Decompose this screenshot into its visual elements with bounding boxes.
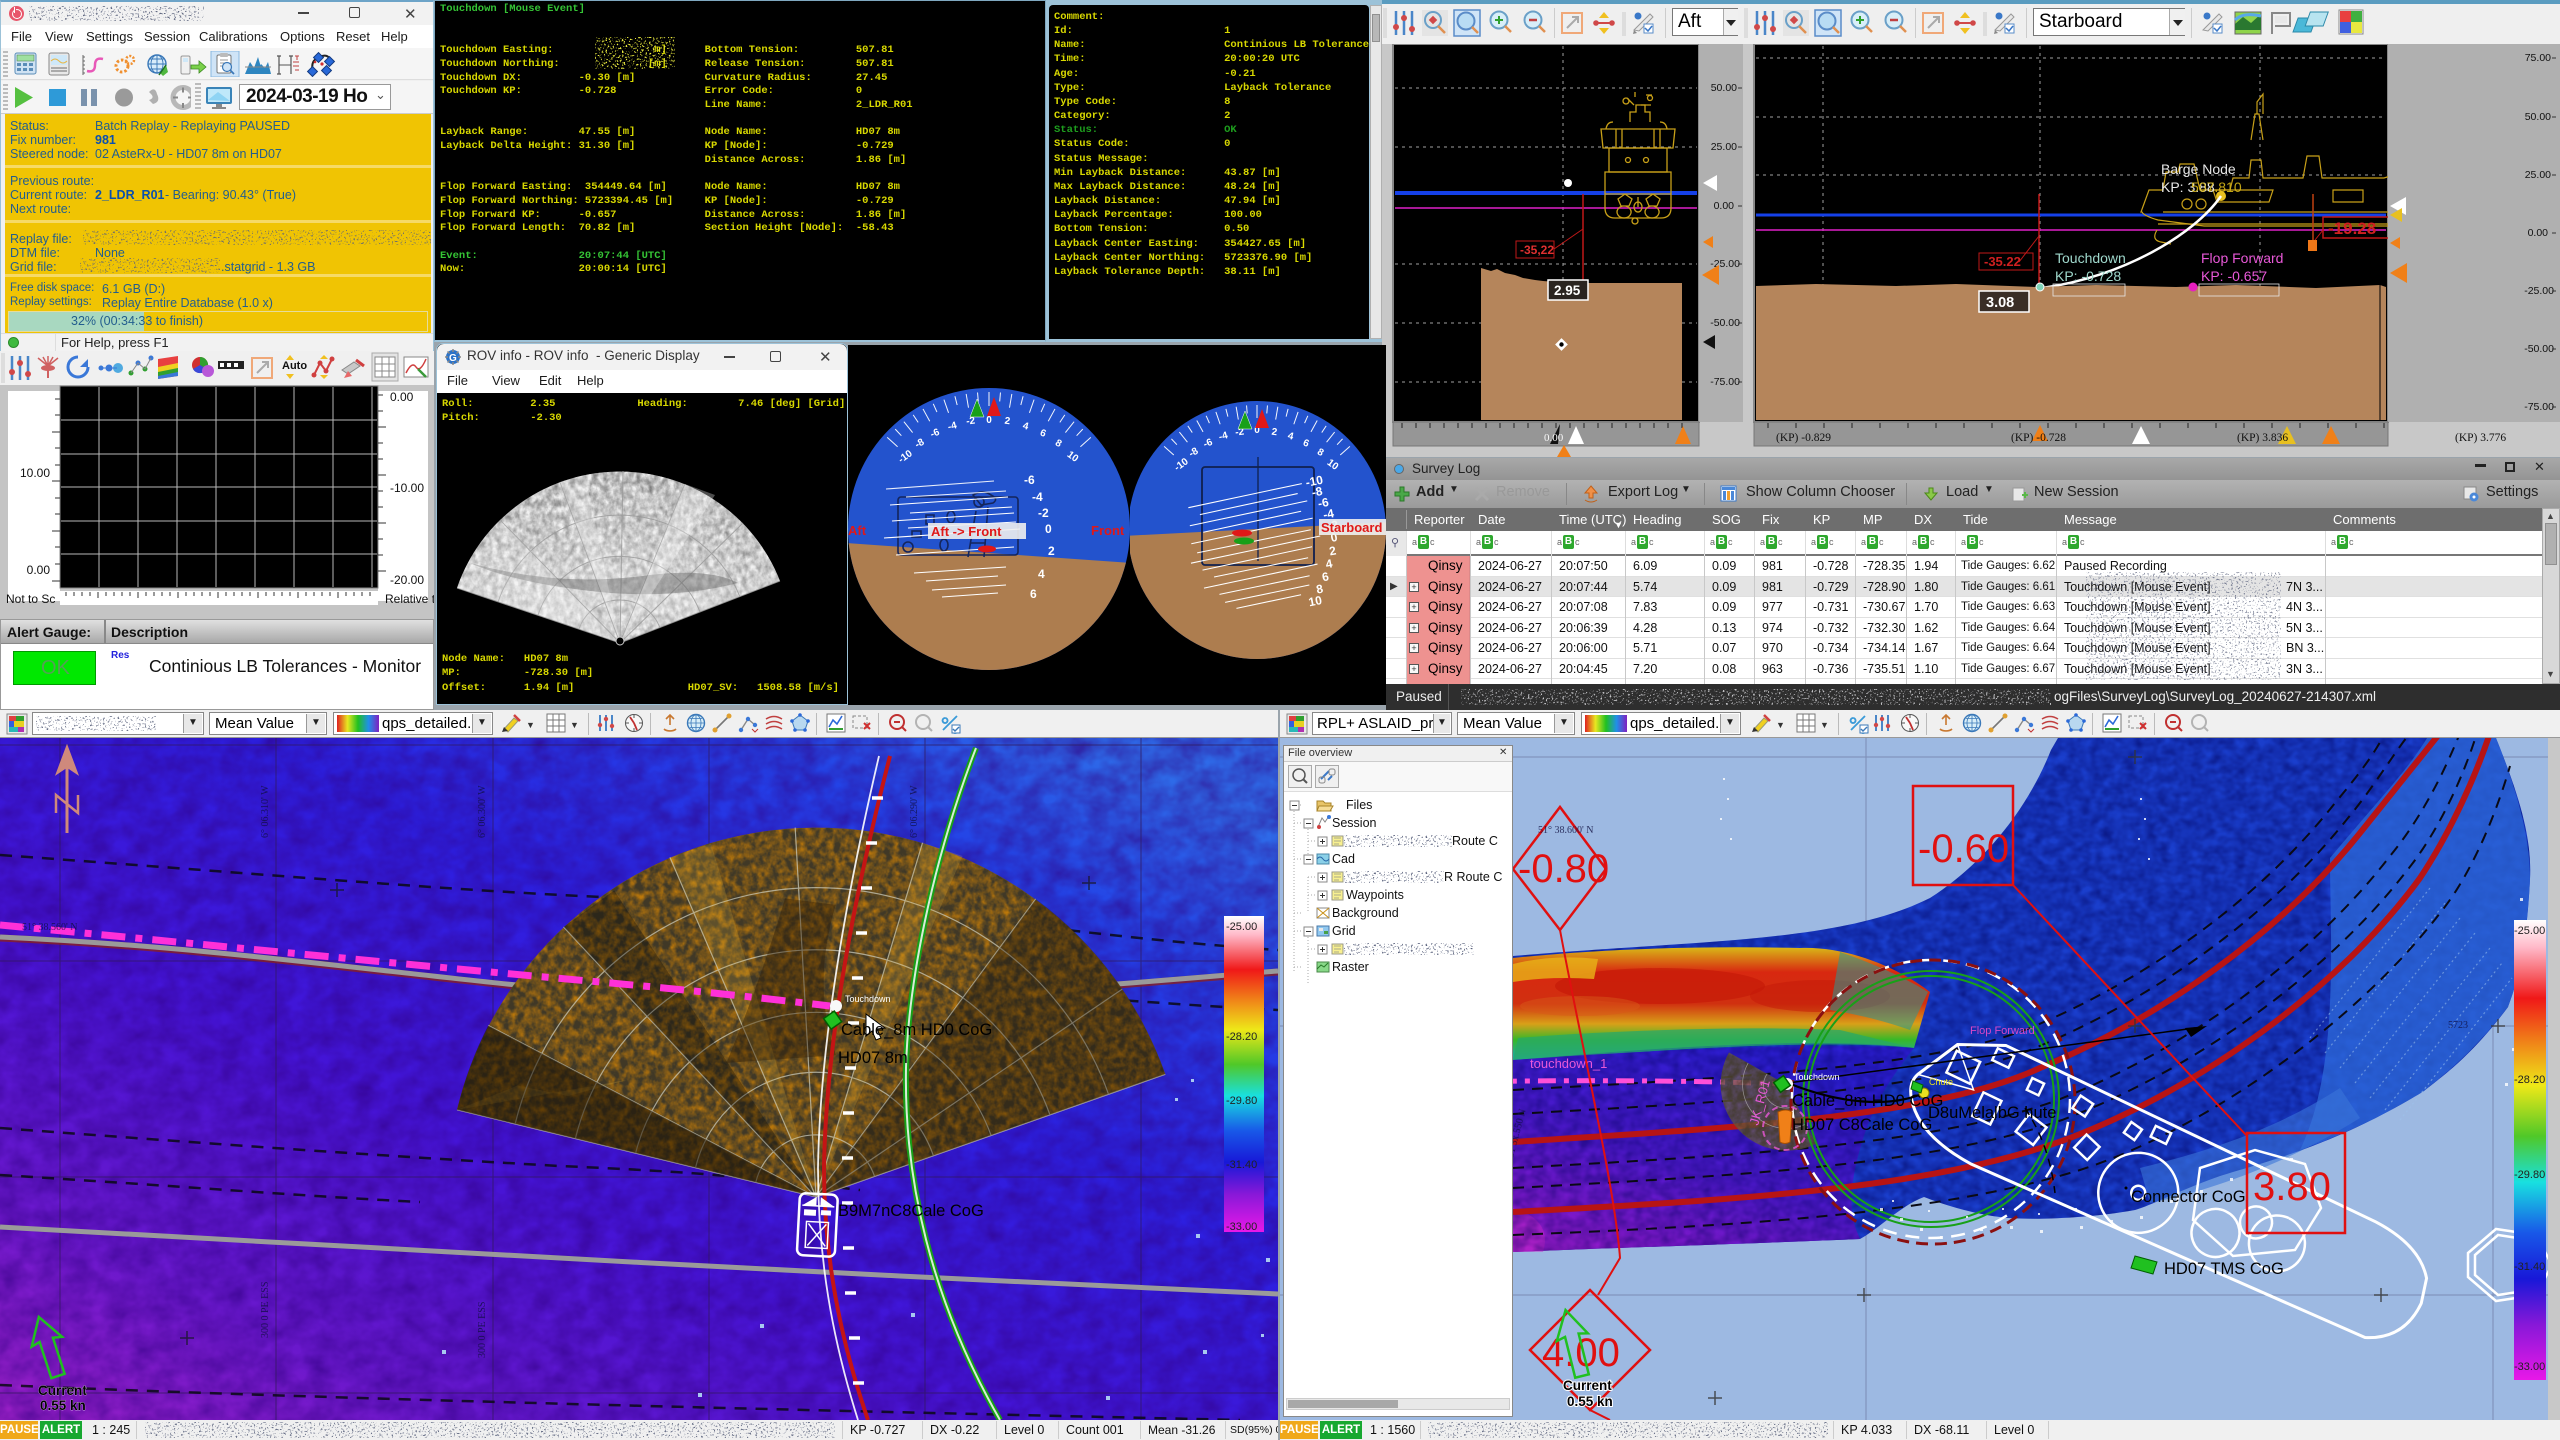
svg-text:507.810: 507.810: [2191, 179, 2242, 195]
svg-text:5723: 5723: [2448, 1020, 2468, 1031]
svg-text:-0.60: -0.60: [1918, 827, 2009, 871]
svg-text:0.00: 0.00: [2528, 227, 2549, 239]
svg-text:Starboard: Starboard: [1321, 520, 1382, 535]
svg-text:Flop Forward: Flop Forward: [1970, 1025, 2035, 1037]
svg-text:-0.80: -0.80: [1518, 847, 1609, 891]
svg-text:-10.00: -10.00: [390, 481, 424, 495]
svg-text:0: 0: [986, 415, 992, 426]
svg-text:Touchdown: Touchdown: [845, 994, 891, 1004]
svg-text:(KP) -0.829: (KP) -0.829: [1776, 432, 1831, 444]
svg-text:-29.80: -29.80: [1226, 1095, 1257, 1107]
svg-text:KP: -0.728: KP: -0.728: [2055, 268, 2121, 284]
svg-text:B9M7nC8Cale CoG: B9M7nC8Cale CoG: [838, 1202, 984, 1220]
svg-text:25.00: 25.00: [2525, 169, 2551, 181]
svg-text:▼: ▼: [1776, 720, 1785, 730]
svg-text:6° 06.310' W: 6° 06.310' W: [260, 785, 271, 838]
svg-text:Cable_8m HD0 CoG: Cable_8m HD0 CoG: [1792, 1092, 1943, 1110]
svg-text:0.00: 0.00: [1544, 432, 1564, 444]
svg-text:-31.40: -31.40: [2514, 1261, 2545, 1273]
svg-text:0.00: 0.00: [390, 390, 414, 404]
svg-text:▼: ▼: [526, 720, 535, 730]
svg-text:-4: -4: [1032, 490, 1043, 504]
svg-text:HD07 C8Cale CoG: HD07 C8Cale CoG: [1792, 1116, 1932, 1134]
svg-text:-50.00: -50.00: [2524, 343, 2554, 355]
svg-text:▼: ▼: [570, 720, 579, 730]
svg-text:G: G: [449, 353, 457, 364]
svg-text:Touchdown: Touchdown: [1794, 1072, 1840, 1082]
svg-text:-50.00: -50.00: [1710, 317, 1740, 329]
svg-text:300 0 PE ESS: 300 0 PE ESS: [477, 1302, 488, 1358]
svg-text:6: 6: [1030, 587, 1037, 601]
svg-text:(KP) 3.836: (KP) 3.836: [2237, 432, 2288, 444]
svg-text:Aft -> Front: Aft -> Front: [931, 524, 1002, 539]
svg-text:Not to Sc: Not to Sc: [6, 592, 55, 606]
svg-text:Current: Current: [1563, 1378, 1612, 1393]
svg-text:-20.00: -20.00: [390, 573, 424, 587]
svg-text:Front: Front: [1091, 523, 1125, 538]
svg-text:-28.20: -28.20: [1226, 1031, 1257, 1043]
svg-text:(KP) 3.776: (KP) 3.776: [2455, 432, 2506, 444]
svg-text:75.00: 75.00: [2525, 52, 2551, 64]
svg-text:6° 06.290' W: 6° 06.290' W: [909, 785, 920, 838]
svg-text:-28.20: -28.20: [2514, 1074, 2545, 1086]
svg-text:KP: -0.657: KP: -0.657: [2201, 268, 2267, 284]
svg-text:51° 38.560' N: 51° 38.560' N: [22, 922, 78, 933]
svg-text:D8uMelalbG hute: D8uMelalbG hute: [1928, 1104, 2056, 1122]
svg-text:-25.00: -25.00: [2524, 285, 2554, 297]
svg-text:50.00: 50.00: [2525, 111, 2551, 123]
svg-text:Cable_8m HD0 CoG: Cable_8m HD0 CoG: [841, 1021, 992, 1039]
svg-text:-6: -6: [1024, 473, 1035, 487]
svg-text:-35,22: -35,22: [1520, 243, 1554, 257]
svg-text:touchdown_1: touchdown_1: [1530, 1056, 1607, 1071]
svg-text:25.00: 25.00: [1711, 141, 1737, 153]
svg-text:4: 4: [1038, 567, 1045, 581]
svg-text:0.55 kn: 0.55 kn: [40, 1398, 86, 1413]
svg-text:3.08: 3.08: [1986, 295, 2014, 311]
svg-text:2: 2: [1048, 544, 1055, 558]
svg-text:2.95: 2.95: [1554, 283, 1581, 298]
svg-text:Chute: Chute: [1929, 1077, 1953, 1087]
svg-text:0.00: 0.00: [1714, 200, 1735, 212]
svg-text:-2: -2: [1038, 506, 1049, 520]
svg-text:Connector CoG: Connector CoG: [2131, 1188, 2246, 1206]
svg-text:HD07 TMS CoG: HD07 TMS CoG: [2164, 1260, 2284, 1278]
svg-text:-25.00: -25.00: [2514, 925, 2545, 937]
svg-text:0.00: 0.00: [27, 563, 51, 577]
svg-text:10.00: 10.00: [20, 466, 50, 480]
svg-text:Relative t: Relative t: [385, 592, 434, 606]
svg-text:4.00: 4.00: [1542, 1331, 1620, 1375]
svg-text:-31.40: -31.40: [1226, 1159, 1257, 1171]
svg-text:-75.00: -75.00: [1710, 376, 1740, 388]
svg-text:-75.00: -75.00: [2524, 401, 2554, 413]
svg-text:3.80: 3.80: [2253, 1165, 2331, 1209]
svg-text:-33.00: -33.00: [1226, 1221, 1257, 1233]
svg-text:0.55 kn: 0.55 kn: [1567, 1394, 1613, 1409]
svg-text:0: 0: [1045, 522, 1052, 536]
svg-text:Flop Forward: Flop Forward: [2201, 250, 2283, 266]
svg-text:50.00: 50.00: [1711, 82, 1737, 94]
svg-text:-33.00: -33.00: [2514, 1361, 2545, 1373]
svg-text:Touchdown: Touchdown: [2055, 250, 2126, 266]
svg-text:-29.80: -29.80: [2514, 1169, 2545, 1181]
svg-text:HD07 8m: HD07 8m: [838, 1049, 908, 1067]
svg-text:Barge Node: Barge Node: [2161, 161, 2236, 177]
svg-text:-2: -2: [966, 415, 977, 427]
svg-text:Current: Current: [38, 1383, 87, 1398]
svg-text:Auto: Auto: [282, 360, 307, 372]
svg-text:6° 06.300' W: 6° 06.300' W: [477, 785, 488, 838]
svg-text:Aft: Aft: [848, 523, 867, 538]
svg-text:-25.00: -25.00: [1226, 921, 1257, 933]
svg-text:-35.22: -35.22: [1984, 254, 2021, 269]
svg-text:(KP) -0.728: (KP) -0.728: [2011, 432, 2066, 444]
svg-text:-19.28: -19.28: [2328, 219, 2376, 238]
svg-text:51° 38.600' N: 51° 38.600' N: [1538, 825, 1594, 836]
svg-text:▼: ▼: [1820, 720, 1829, 730]
svg-text:300 0 PE ESS: 300 0 PE ESS: [260, 1282, 271, 1338]
